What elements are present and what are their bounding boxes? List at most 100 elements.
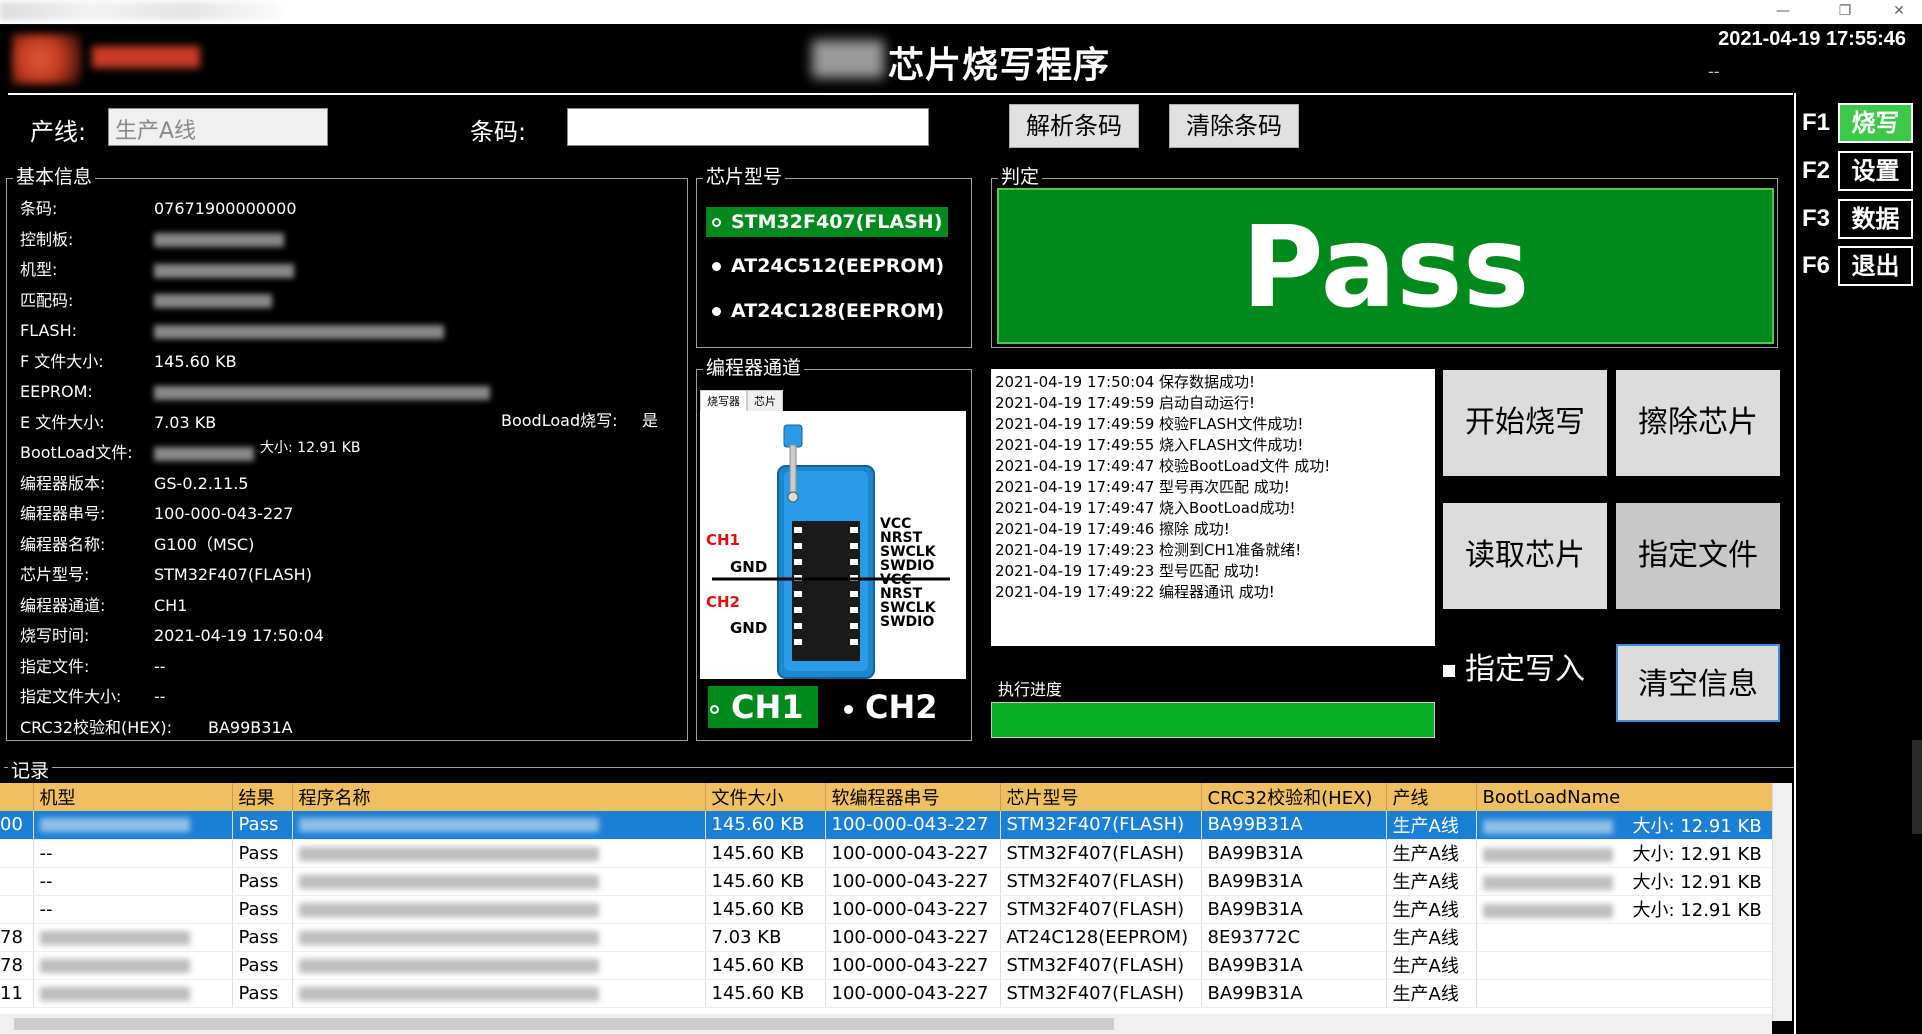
table-cell: 生产A线	[1386, 979, 1477, 1008]
info-row: 指定文件大小: --	[20, 686, 166, 708]
radio-selected-icon	[710, 704, 719, 714]
log-entry: 2021-04-19 17:50:04 保存数据成功!	[995, 372, 1431, 393]
table-cell: --	[33, 895, 233, 924]
log-time: 2021-04-19 17:49:47	[995, 457, 1155, 475]
menu-button-f6[interactable]: 退出	[1838, 246, 1913, 286]
table-cell: 生产A线	[1386, 895, 1477, 924]
table-row[interactable]: -- Pass 145.60 KB 100-000-043-227 STM32F407(…	[0, 839, 1773, 868]
table-cell: STM32F407(FLASH)	[1000, 951, 1202, 980]
log-entry: 2021-04-19 17:49:47 型号再次匹配 成功!	[995, 477, 1431, 498]
redacted-value	[39, 818, 190, 833]
table-row[interactable]: -- Pass 145.60 KB 100-000-043-227 STM32F407(…	[0, 867, 1773, 896]
column-header[interactable]: BootLoadName	[1476, 783, 1773, 811]
column-header[interactable]: 产线	[1386, 783, 1477, 811]
table-row[interactable]: 78 Pass 145.60 KB 100-000-043-227 STM32F407(…	[0, 951, 1773, 980]
bootload-size-cell: 大小: 12.91 KB	[1632, 900, 1762, 921]
scroll-thumb[interactable]	[14, 1018, 1114, 1030]
log-entry: 2021-04-19 17:49:59 启动自动运行!	[995, 393, 1431, 414]
read-chip-button[interactable]: 读取芯片	[1443, 503, 1607, 609]
table-cell: BA99B31A	[1201, 951, 1387, 980]
column-header[interactable]: 芯片型号	[1000, 783, 1202, 811]
assign-file-button[interactable]: 指定文件	[1616, 503, 1780, 609]
column-header[interactable]: 结果	[232, 783, 293, 811]
table-cell: BA99B31A	[1201, 839, 1387, 868]
horizontal-scrollbar[interactable]	[0, 1014, 1772, 1034]
info-row: 指定文件: --	[20, 656, 166, 678]
log-panel[interactable]: 2021-04-19 17:50:04 保存数据成功! 2021-04-19 17:…	[991, 369, 1435, 646]
window-edge	[1912, 740, 1922, 834]
table-cell: 11	[0, 979, 34, 1008]
redacted-value	[1482, 848, 1613, 862]
line-input[interactable]: 生产A线	[108, 108, 328, 146]
restore-button[interactable]: ❐	[1822, 0, 1868, 24]
info-key: 编程器串号:	[20, 504, 106, 523]
chip-option-at24c128[interactable]: AT24C128(EEPROM)	[706, 296, 950, 326]
info-value: 145.60 KB	[154, 351, 237, 371]
info-row: BootLoad文件:	[20, 442, 254, 464]
gnd-label-1: GND	[730, 558, 767, 576]
menu-button-f2[interactable]: 设置	[1838, 151, 1913, 191]
table-cell	[0, 867, 34, 896]
table-row[interactable]: 11 Pass 145.60 KB 100-000-043-227 STM32F407(…	[0, 979, 1773, 1008]
log-message: 烧入BootLoad成功!	[1159, 499, 1296, 517]
column-header[interactable]: 软编程器串号	[825, 783, 1001, 811]
channel-ch2-radio[interactable]: CH2	[844, 686, 938, 728]
company-logo	[12, 34, 82, 84]
clear-info-button[interactable]: 清空信息	[1616, 644, 1780, 722]
channel-ch1-radio[interactable]: CH1	[708, 686, 818, 728]
records-table[interactable]: 机型 结果 程序名称 文件大小 软编程器串号 芯片型号 CRC32校验和(HEX) 产线 Boo…	[0, 783, 1792, 1021]
table-cell	[292, 867, 706, 896]
parse-barcode-button[interactable]: 解析条码	[1009, 104, 1139, 148]
table-row[interactable]: 78 Pass 7.03 KB 100-000-043-227 AT24C128(EEP…	[0, 923, 1773, 952]
info-value: STM32F407(FLASH)	[154, 565, 312, 584]
column-header[interactable]: 文件大小	[705, 783, 826, 811]
column-header[interactable]	[0, 783, 34, 811]
column-header[interactable]: 机型	[33, 783, 233, 811]
fkey-f6: F6	[1802, 252, 1831, 279]
column-header[interactable]: CRC32校验和(HEX)	[1201, 783, 1387, 811]
table-cell: 145.60 KB	[705, 867, 826, 896]
minimize-button[interactable]: —	[1760, 0, 1806, 24]
table-cell: 100-000-043-227	[825, 895, 1001, 924]
table-cell: 大小: 12.91 KB	[1476, 811, 1773, 840]
log-time: 2021-04-19 17:49:23	[995, 562, 1155, 580]
info-value: --	[154, 687, 166, 706]
info-key: 条码:	[20, 199, 58, 218]
menu-button-f3[interactable]: 数据	[1838, 199, 1913, 239]
chip-option-stm32f407[interactable]: STM32F407(FLASH)	[706, 207, 949, 237]
redacted-value	[154, 233, 284, 247]
table-cell	[33, 951, 233, 980]
vertical-scrollbar[interactable]	[1772, 783, 1792, 1021]
table-cell	[292, 839, 706, 868]
barcode-input[interactable]	[567, 108, 929, 146]
log-message: 校验FLASH文件成功!	[1159, 415, 1304, 433]
tab-programmer[interactable]: 烧写器	[700, 390, 747, 412]
erase-chip-button[interactable]: 擦除芯片	[1616, 370, 1780, 476]
table-row[interactable]: -- Pass 145.60 KB 100-000-043-227 STM32F407(…	[0, 895, 1773, 924]
table-cell	[1476, 951, 1773, 980]
clear-barcode-button[interactable]: 清除条码	[1169, 104, 1299, 148]
channel-label: CH1	[731, 688, 804, 726]
checkbox-icon	[1443, 664, 1455, 677]
column-header[interactable]: 程序名称	[292, 783, 706, 811]
tab-chip[interactable]: 芯片	[747, 390, 783, 412]
chip-option-at24c512[interactable]: AT24C512(EEPROM)	[706, 251, 950, 281]
log-entry: 2021-04-19 17:49:23 检测到CH1准备就绪!	[995, 540, 1431, 561]
table-cell: STM32F407(FLASH)	[1000, 979, 1202, 1008]
redacted-value	[298, 846, 599, 861]
start-burn-button[interactable]: 开始烧写	[1443, 370, 1607, 476]
table-cell: --	[33, 867, 233, 896]
table-cell: BA99B31A	[1201, 867, 1387, 896]
info-value	[154, 320, 444, 342]
table-row[interactable]: 00 Pass 145.60 KB 100-000-043-227 STM32F407(…	[0, 811, 1773, 840]
table-cell: AT24C128(EEPROM)	[1000, 923, 1202, 952]
close-button[interactable]: ✕	[1876, 0, 1922, 24]
menu-button-f1[interactable]: 烧写	[1838, 103, 1913, 143]
assign-write-checkbox[interactable]: 指定写入	[1443, 644, 1585, 688]
chip-option-label: AT24C128(EEPROM)	[731, 300, 945, 322]
records-divider	[4, 767, 1794, 768]
table-cell: 78	[0, 951, 34, 980]
info-row: 条码: 07671900000000	[20, 198, 297, 220]
table-cell: 生产A线	[1386, 867, 1477, 896]
gnd-label-2: GND	[730, 619, 767, 637]
